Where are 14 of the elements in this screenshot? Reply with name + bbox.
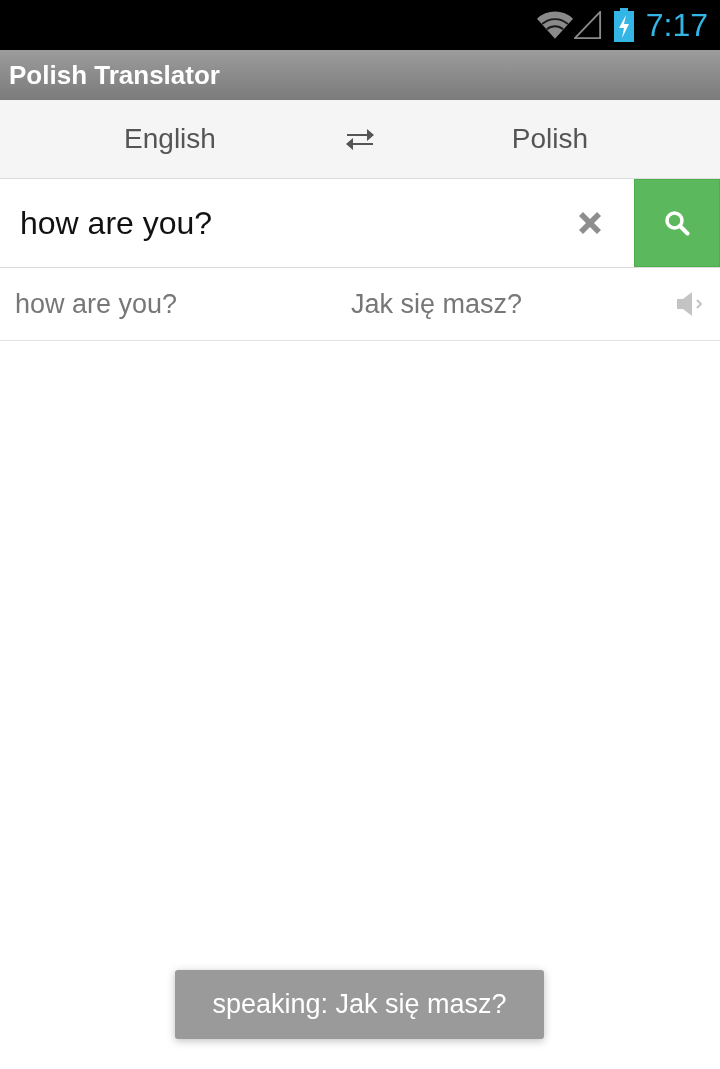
clock-time: 7:17 [645,6,708,45]
search-icon [664,210,690,236]
signal-icon [573,11,602,39]
wifi-icon [535,10,574,40]
search-button[interactable] [634,179,720,267]
speaker-icon[interactable] [676,290,704,318]
translated-phrase: Jak się masz? [351,288,524,320]
app-title: Polish Translator [9,59,220,91]
source-phrase: how are you? [15,288,179,320]
source-language-button[interactable]: English [114,117,226,161]
target-language-button[interactable]: Polish [501,117,599,161]
toast-message: speaking: Jak się masz? [175,970,544,1039]
battery-icon [613,8,634,42]
swap-icon[interactable] [345,128,375,150]
